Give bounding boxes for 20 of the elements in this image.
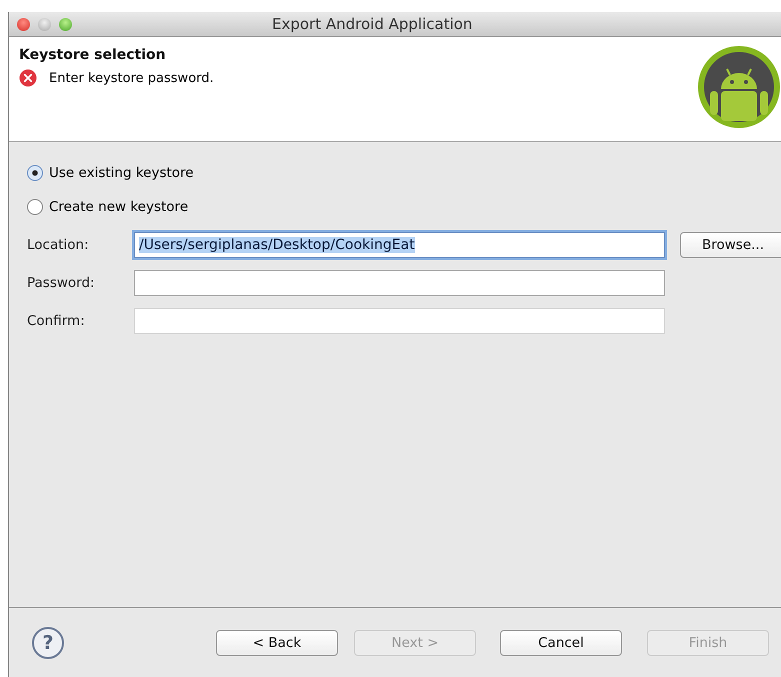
window-title: Export Android Application: [272, 15, 472, 33]
field-label: Password:: [27, 275, 96, 291]
wizard-button[interactable]: Cancel: [500, 630, 622, 656]
browse-button[interactable]: Browse...: [680, 232, 781, 258]
zoom-button[interactable]: [59, 18, 72, 30]
wizard-button[interactable]: < Back: [216, 630, 338, 656]
input-field[interactable]: /Users/sergiplanas/Desktop/CookingEat: [134, 232, 665, 258]
field-label: Location:: [27, 237, 90, 253]
robot-logo-icon: [697, 45, 781, 129]
error-icon: [19, 69, 37, 87]
error-message: Enter keystore password.: [49, 70, 214, 86]
input-field[interactable]: [134, 270, 665, 296]
close-button[interactable]: [17, 18, 30, 30]
field-value: /Users/sergiplanas/Desktop/CookingEat: [139, 237, 415, 253]
help-button[interactable]: ?: [32, 626, 64, 658]
field-label: Confirm:: [27, 313, 86, 329]
radio-option[interactable]: Create new keystore: [27, 190, 188, 224]
minimize-button[interactable]: [38, 18, 51, 30]
radio-option[interactable]: Use existing keystore: [27, 156, 194, 190]
page-title: Keystore selection: [19, 47, 167, 63]
